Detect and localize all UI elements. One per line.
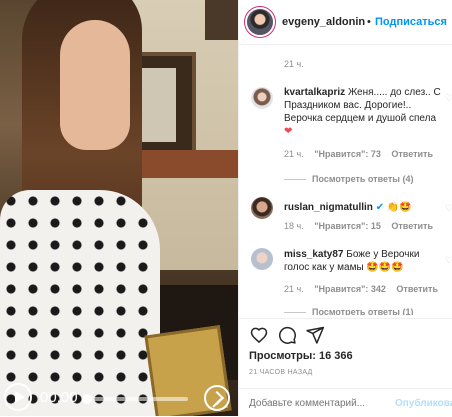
- heart-emoji: ❤: [284, 126, 293, 137]
- reply-button[interactable]: Ответить: [391, 221, 433, 231]
- seek-handle[interactable]: [82, 394, 92, 404]
- avatar[interactable]: [247, 9, 273, 35]
- comments-list[interactable]: 21 ч. kvartalkapriz Женя..... до слез.. …: [239, 45, 452, 315]
- comment-time: 21 ч.: [284, 284, 304, 294]
- verified-icon: ✔: [375, 202, 385, 213]
- comment-like-icon[interactable]: ♡: [445, 93, 452, 104]
- view-replies-label: Посмотреть ответы (4): [312, 174, 414, 184]
- comment-icon[interactable]: [277, 325, 297, 345]
- comment-like-icon[interactable]: ♡: [445, 255, 452, 266]
- video-frame-blouse: [0, 190, 160, 416]
- fullscreen-icon[interactable]: [204, 385, 230, 411]
- view-replies-line: [284, 312, 306, 314]
- post-timestamp: 21 ЧАСОВ НАЗАД: [249, 369, 313, 376]
- comment-like-icon[interactable]: ♡: [445, 203, 452, 214]
- video-time: 00:00: [40, 389, 78, 406]
- comment-time: 21 ч.: [284, 149, 304, 159]
- list-item: miss_katy87 Боже у Верочки голос как у м…: [284, 248, 444, 274]
- comment-meta: 21 ч. "Нравится": 342 Ответить: [284, 284, 446, 294]
- follow-button[interactable]: Подписаться: [375, 16, 447, 28]
- video-player[interactable]: 00:00: [0, 0, 238, 416]
- views-count[interactable]: Просмотры: 16 366: [249, 350, 353, 362]
- view-replies-label: Посмотреть ответы (1): [312, 307, 414, 315]
- post-header: evgeny_aldonin • Подписаться: [239, 0, 452, 45]
- comment-username[interactable]: kvartalkapriz: [284, 87, 345, 98]
- comment-likes[interactable]: "Нравится": 73: [314, 149, 381, 159]
- comment-likes[interactable]: "Нравится": 342: [314, 284, 386, 294]
- comment-username[interactable]: ruslan_nigmatullin: [284, 202, 373, 213]
- post-sidebar: evgeny_aldonin • Подписаться 21 ч. kvart…: [238, 0, 452, 416]
- comment-likes[interactable]: "Нравится": 15: [314, 221, 381, 231]
- comment-text: 👏🤩: [386, 202, 412, 213]
- view-replies-button[interactable]: Посмотреть ответы (1): [284, 307, 413, 315]
- add-comment-bar: Опубликовать: [239, 388, 452, 417]
- comment-meta: 18 ч. "Нравится": 15 Ответить: [284, 221, 441, 231]
- comment-username[interactable]: miss_katy87: [284, 249, 344, 260]
- avatar[interactable]: [251, 197, 273, 219]
- top-comment-time: 21 ч.: [284, 59, 304, 69]
- post-comment-button[interactable]: Опубликовать: [395, 398, 452, 409]
- view-replies-button[interactable]: Посмотреть ответы (4): [284, 174, 413, 184]
- reply-button[interactable]: Ответить: [391, 149, 433, 159]
- play-icon[interactable]: [4, 383, 32, 411]
- header-username[interactable]: evgeny_aldonin: [282, 16, 365, 28]
- comment-input[interactable]: [249, 398, 389, 409]
- comment-time: 18 ч.: [284, 221, 304, 231]
- video-frame-face: [60, 20, 130, 150]
- header-separator: •: [367, 16, 371, 28]
- list-item: ruslan_nigmatullin ✔ 👏🤩: [284, 201, 444, 214]
- avatar[interactable]: [251, 87, 273, 109]
- avatar[interactable]: [251, 248, 273, 270]
- heart-icon[interactable]: [249, 325, 269, 345]
- seek-bar[interactable]: [82, 397, 188, 401]
- list-item: kvartalkapriz Женя..... до слез.. С Праз…: [284, 86, 444, 138]
- reply-button[interactable]: Ответить: [396, 284, 438, 294]
- video-frame-shelf: [205, 0, 238, 40]
- comment-meta: 21 ч. "Нравится": 73 Ответить: [284, 149, 441, 159]
- post-actions: [239, 318, 452, 349]
- view-replies-line: [284, 179, 306, 181]
- share-icon[interactable]: [305, 325, 325, 345]
